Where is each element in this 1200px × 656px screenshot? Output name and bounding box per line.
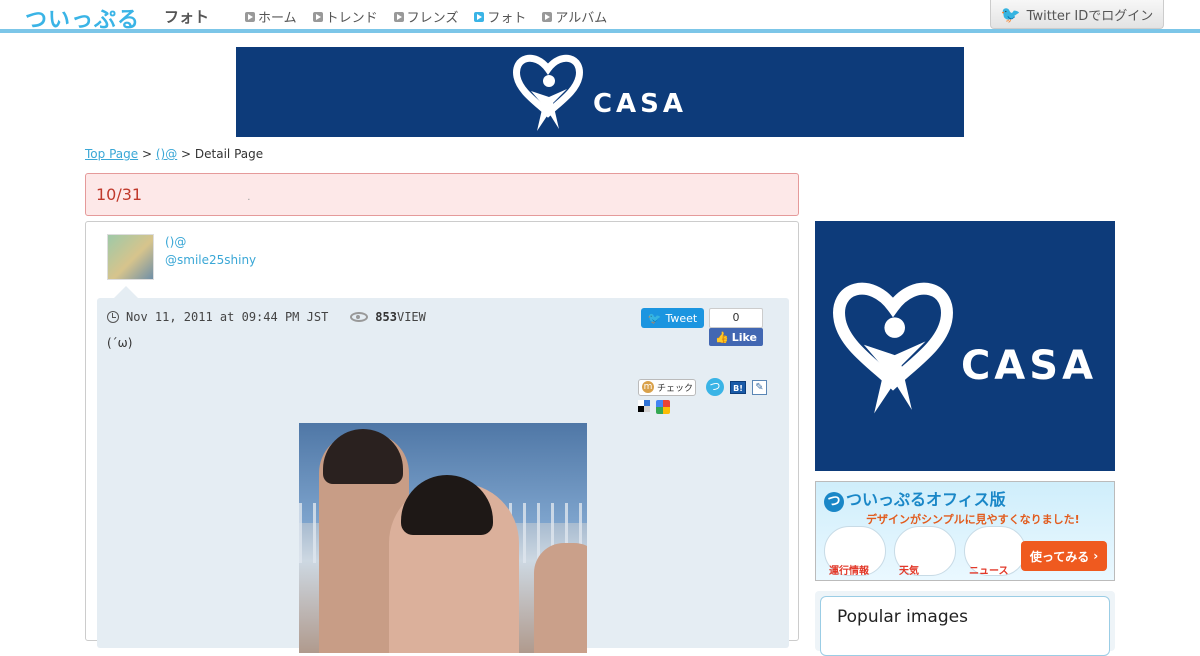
sun-icon: 天気	[894, 526, 956, 577]
section-title: フォト	[164, 8, 210, 26]
twitter-bird-icon: 🐦	[1000, 4, 1021, 24]
main-photo[interactable]	[299, 423, 587, 653]
post-date: Nov 11, 2011 at 09:44 PM JST	[126, 310, 329, 324]
share-buttons-secondary	[638, 400, 670, 414]
try-label: 使ってみる	[1029, 549, 1090, 564]
popular-images-panel: Popular images	[815, 591, 1115, 656]
like-label: Like	[731, 330, 757, 344]
breadcrumb: Top Page > ()@ > Detail Page	[85, 147, 263, 161]
breadcrumb-album-link[interactable]: ()@	[156, 147, 177, 161]
train-icon: 運行情報	[824, 526, 886, 577]
speech-pointer	[114, 286, 138, 298]
site-logo[interactable]: ついっぷる	[25, 2, 140, 34]
photo-person	[534, 543, 587, 653]
nav-item-friends[interactable]: フレンズ	[393, 7, 459, 26]
share-buttons: m チェック つ B! ✎	[638, 378, 767, 396]
post-body: Nov 11, 2011 at 09:44 PM JST 853 VIEW (´…	[97, 298, 789, 653]
nav-label: フォト	[487, 11, 527, 26]
title-dot: .	[247, 192, 251, 203]
nav-label: フレンズ	[406, 11, 459, 26]
casa-heart-logo-icon	[833, 282, 953, 413]
office-title-text: ついっぷるオフィス版	[846, 490, 1006, 509]
office-banner-subtitle: デザインがシンプルに見やすくなりました!	[866, 513, 1080, 526]
arrow-icon	[474, 11, 485, 22]
photo-title-box: 10/31 .	[85, 173, 799, 216]
office-banner-title: つついっぷるオフィス版	[824, 486, 1006, 512]
feature-label: 天気	[899, 566, 919, 577]
view-count: 853	[375, 310, 397, 324]
tweet-label: Tweet	[665, 311, 698, 325]
photo-title: 10/31	[96, 185, 143, 204]
arrow-icon	[312, 11, 323, 22]
post-caption: (´ω)	[107, 336, 133, 350]
arrow-icon	[542, 11, 553, 22]
arrow-icon	[245, 11, 255, 22]
breadcrumb-separator: >	[141, 147, 153, 161]
office-feature-icons: 運行情報 天気 ニュース	[824, 526, 1026, 577]
main-nav: ホーム トレンド フレンズ フォト アルバム	[245, 7, 607, 26]
twipple-share-icon[interactable]: つ	[706, 378, 724, 396]
nav-item-trend[interactable]: トレンド	[312, 7, 378, 26]
eye-icon	[350, 312, 369, 322]
arrow-icon	[393, 11, 404, 22]
breadcrumb-current: > Detail Page	[181, 147, 264, 161]
nav-label: ホーム	[258, 11, 297, 26]
mixi-icon: m	[642, 381, 654, 393]
ad-banner-top[interactable]: CASA	[236, 47, 964, 137]
feature-label: ニュース	[969, 566, 1009, 577]
facebook-like-widget: 0 👍 Like	[709, 308, 763, 348]
nav-item-album[interactable]: アルバム	[542, 7, 607, 26]
login-label: Twitter IDでログイン	[1026, 8, 1154, 24]
clock-icon	[107, 311, 119, 323]
photo-post-card: ()@ @smile25shiny Nov 11, 2011 at 09:44 …	[85, 221, 799, 653]
thumbs-up-icon: 👍	[715, 330, 729, 344]
user-handle-link[interactable]: @smile25shiny	[165, 253, 256, 267]
news-icon: ニュース	[964, 526, 1026, 577]
twipple-office-banner[interactable]: つついっぷるオフィス版 デザインがシンプルに見やすくなりました! 運行情報 天気…	[815, 481, 1115, 581]
twitter-bird-icon: 🐦	[647, 311, 662, 325]
nav-label: トレンド	[325, 11, 378, 26]
casa-wordmark: CASA	[592, 89, 688, 119]
facebook-like-button[interactable]: 👍 Like	[709, 328, 763, 346]
avatar[interactable]	[107, 234, 154, 280]
mixi-check-button[interactable]: m チェック	[638, 378, 696, 396]
popular-images-heading: Popular images	[820, 596, 1110, 656]
twitter-login-button[interactable]: 🐦 Twitter IDでログイン	[990, 0, 1164, 29]
view-label: VIEW	[396, 310, 426, 324]
user-name-link[interactable]: ()@	[165, 235, 186, 249]
tweet-button[interactable]: 🐦 Tweet	[641, 308, 704, 328]
nav-label: アルバム	[555, 11, 608, 26]
like-count: 0	[709, 308, 763, 328]
casa-heart-logo-icon	[513, 54, 583, 131]
delicious-icon[interactable]	[638, 400, 650, 412]
try-it-button[interactable]: 使ってみる ›	[1021, 541, 1107, 571]
casa-wordmark: CASA	[960, 343, 1098, 389]
chevron-right-icon: ›	[1093, 549, 1099, 563]
google-bookmark-icon[interactable]	[656, 400, 670, 414]
edit-pencil-icon[interactable]: ✎	[752, 379, 767, 395]
top-navigation-bar: ついっぷる フォト ホーム トレンド フレンズ フォト アルバム 🐦 Twitt…	[0, 0, 1200, 33]
breadcrumb-top-page-link[interactable]: Top Page	[85, 147, 138, 161]
nav-item-home[interactable]: ホーム	[245, 7, 297, 26]
nav-item-photo[interactable]: フォト	[474, 7, 526, 26]
twipple-logo-icon: つ	[824, 492, 844, 512]
hatena-bookmark-icon[interactable]: B!	[730, 380, 746, 394]
ad-banner-side[interactable]: CASA	[815, 221, 1115, 471]
feature-label: 運行情報	[829, 566, 869, 577]
post-meta: Nov 11, 2011 at 09:44 PM JST 853 VIEW	[107, 310, 426, 324]
mixi-label: チェック	[657, 383, 694, 394]
